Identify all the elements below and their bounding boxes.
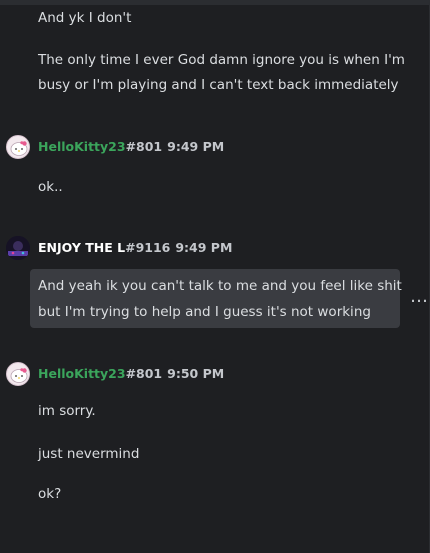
user-tag: #801 [125,138,163,154]
timestamp: 9:49 PM [175,239,233,255]
message-header: HelloKitty23 #801 9:50 PM [38,363,224,383]
message-header: ENJOY THE L #9116 9:49 PM [38,237,232,257]
message-line: busy or I'm playing and I can't text bac… [38,77,399,93]
username[interactable]: ENJOY THE L [38,240,125,255]
top-divider [0,0,430,5]
timestamp: 9:49 PM [167,138,225,154]
message-header: HelloKitty23 #801 9:49 PM [38,136,224,156]
message-line: im sorry. [38,403,96,419]
user-avatar[interactable] [6,135,30,159]
dark-avatar-icon [6,236,30,260]
user-avatar[interactable] [6,362,30,386]
user-tag: #801 [125,365,163,381]
chat-message-list: And yk I don't The only time I ever God … [0,0,430,553]
hello-kitty-icon [10,368,28,383]
user-tag: #9116 [125,239,171,255]
message-line: The only time I ever God damn ignore you… [38,52,405,68]
message-line: just nevermind [38,446,140,462]
message-line: And yeah ik you can't talk to me and you… [38,278,402,294]
username[interactable]: HelloKitty23 [38,139,126,154]
message-line: ok? [38,486,62,502]
message-line: ok.. [38,179,63,195]
message-line: And yk I don't [38,10,132,26]
username[interactable]: HelloKitty23 [38,366,126,381]
timestamp: 9:50 PM [167,365,225,381]
hello-kitty-icon [10,141,28,156]
message-line: but I'm trying to help and I guess it's … [38,304,371,320]
user-avatar[interactable] [6,236,30,260]
more-options-icon[interactable]: … [410,286,429,307]
